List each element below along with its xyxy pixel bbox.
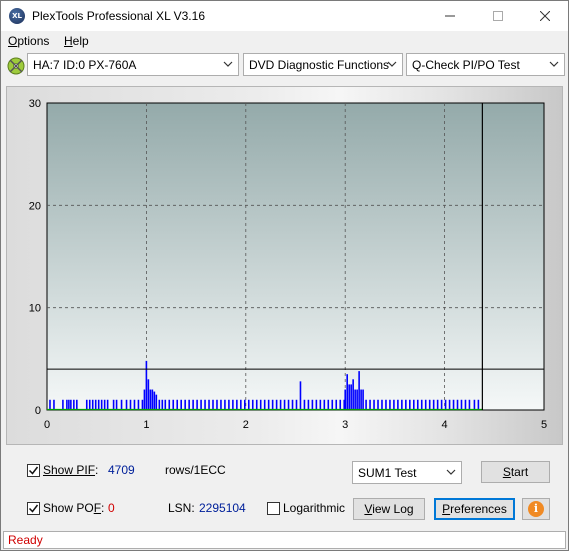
- pof-value: 0: [108, 501, 115, 515]
- x-tick-label: 0: [44, 419, 50, 431]
- test-type-select[interactable]: Q-Check PI/PO Test: [406, 53, 565, 76]
- x-tick-label: 2: [243, 419, 249, 431]
- info-button[interactable]: i: [522, 498, 550, 520]
- plot-area: [46, 102, 545, 411]
- chevron-down-icon: [387, 61, 397, 67]
- x-tick-label: 1: [143, 419, 149, 431]
- show-pof-checkbox[interactable]: [27, 502, 40, 515]
- checkmark-icon: [28, 466, 39, 475]
- close-icon[interactable]: [522, 1, 568, 31]
- controls-panel: Show PIF: 4709 rows/1ECC SUM1 Test Start…: [1, 451, 568, 531]
- chevron-down-icon: [549, 61, 559, 67]
- view-log-button[interactable]: View Log: [353, 498, 425, 520]
- chevron-down-icon: [446, 469, 456, 475]
- y-tick-label: 0: [35, 405, 41, 417]
- title-bar: XL PlexTools Professional XL V3.16: [1, 1, 568, 31]
- menu-options[interactable]: Options: [8, 34, 49, 48]
- logarithmic-checkbox[interactable]: [267, 502, 280, 515]
- x-tick-label: 3: [342, 419, 348, 431]
- chevron-down-icon: [223, 61, 233, 67]
- pif-value: 4709: [108, 463, 135, 477]
- status-bar: Ready: [3, 531, 566, 549]
- maximize-icon[interactable]: [475, 1, 521, 31]
- logarithmic-label: Logarithmic: [283, 501, 346, 515]
- show-pof-label: Show POF:: [43, 501, 105, 515]
- function-select[interactable]: DVD Diagnostic Functions: [243, 53, 403, 76]
- checkmark-icon: [28, 504, 39, 513]
- y-tick-label: 20: [29, 200, 41, 212]
- window-title: PlexTools Professional XL V3.16: [32, 9, 205, 23]
- x-tick-label: 5: [541, 419, 547, 431]
- show-pif-label: Show PIF:: [43, 463, 99, 477]
- disc-drive-icon: [7, 57, 25, 75]
- y-tick-label: 30: [29, 98, 41, 110]
- pi-po-chart: 0 1 2 3 4 5 0 10 20 30: [6, 86, 563, 445]
- start-button[interactable]: Start: [481, 461, 550, 483]
- lsn-label: LSN:: [168, 501, 195, 515]
- x-tick-label: 4: [442, 419, 448, 431]
- status-text: Ready: [8, 533, 43, 547]
- test-mode-select[interactable]: SUM1 Test: [352, 461, 462, 484]
- y-tick-label: 10: [29, 303, 41, 315]
- info-icon: i: [528, 501, 544, 517]
- minimize-icon[interactable]: [427, 1, 473, 31]
- rows-unit-label: rows/1ECC: [165, 463, 226, 477]
- lsn-value: 2295104: [199, 501, 246, 515]
- drive-select[interactable]: HA:7 ID:0 PX-760A: [27, 53, 239, 76]
- menu-help[interactable]: Help: [64, 34, 89, 48]
- menu-bar: Options Help: [1, 31, 568, 52]
- chart-canvas: 0 1 2 3 4 5 0 10 20 30: [29, 98, 547, 431]
- show-pif-checkbox[interactable]: [27, 464, 40, 477]
- preferences-button[interactable]: Preferences: [434, 498, 515, 520]
- toolbar: HA:7 ID:0 PX-760A DVD Diagnostic Functio…: [1, 53, 568, 79]
- main-window: XL PlexTools Professional XL V3.16 Optio…: [0, 0, 569, 551]
- app-logo-icon: XL: [9, 8, 25, 24]
